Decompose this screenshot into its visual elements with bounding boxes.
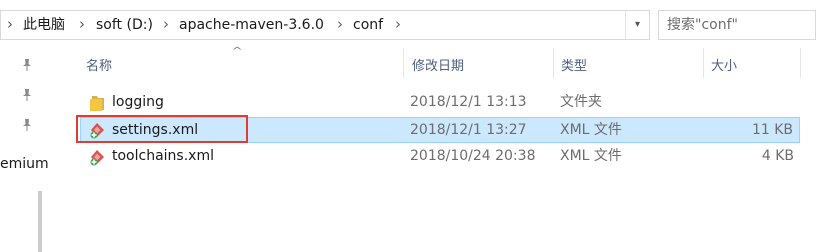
file-date: 2018/12/1 13:13 [410,94,527,110]
breadcrumb-separator-icon[interactable]: › [395,11,401,39]
file-type: XML 文件 [560,148,622,164]
search-placeholder: 搜索"conf" [667,17,738,33]
file-name[interactable]: logging [112,90,164,114]
xml-file-icon [90,150,104,166]
file-row[interactable]: logging 2018/12/1 13:13 文件夹 [80,90,800,116]
address-bar[interactable]: › 此电脑 › soft (D:) › apache-maven-3.6.0 ›… [0,10,650,40]
file-row[interactable]: toolchains.xml 2018/10/24 20:38 XML 文件 4… [80,144,800,170]
column-header-size[interactable]: 大小 [711,58,737,76]
breadcrumb-root-chevron-icon[interactable]: › [7,11,13,39]
pin-icon[interactable] [20,88,34,102]
file-type: 文件夹 [560,94,602,110]
file-type: XML 文件 [560,122,622,138]
file-date: 2018/10/24 20:38 [410,148,536,164]
sort-ascending-icon: ^ [231,46,243,57]
breadcrumb-separator-icon[interactable]: › [163,11,169,39]
navigation-pane: emium [0,46,49,252]
pin-icon[interactable] [20,118,34,132]
breadcrumb-conf[interactable]: conf [353,11,383,39]
file-name[interactable]: toolchains.xml [112,144,214,168]
file-date: 2018/12/1 13:27 [410,122,527,138]
nav-item-label[interactable]: emium [0,155,49,173]
column-header-type[interactable]: 类型 [561,58,587,76]
address-bar-area: › 此电脑 › soft (D:) › apache-maven-3.6.0 ›… [0,0,816,46]
folder-icon [90,96,104,111]
nav-scrollbar[interactable] [38,191,42,252]
address-history-dropdown-icon[interactable]: ▾ [625,11,649,39]
breadcrumb-this-pc[interactable]: 此电脑 [23,11,65,39]
file-size: 4 KB [761,148,794,164]
file-size: 11 KB [751,122,793,138]
column-divider[interactable] [553,48,554,78]
search-input[interactable]: 搜索"conf" [658,10,816,40]
column-header-name[interactable]: 名称 [86,58,112,76]
breadcrumb-separator-icon[interactable]: › [79,11,85,39]
column-divider[interactable] [703,48,704,78]
breadcrumb-separator-icon[interactable]: › [337,11,343,39]
column-header-date[interactable]: 修改日期 [412,58,464,76]
column-divider[interactable] [403,48,404,78]
annotation-highlight-box [76,115,248,143]
pin-icon[interactable] [20,58,34,72]
breadcrumb-apache-maven[interactable]: apache-maven-3.6.0 [179,11,324,39]
breadcrumb-soft-drive[interactable]: soft (D:) [96,11,153,39]
column-divider[interactable] [800,48,801,78]
